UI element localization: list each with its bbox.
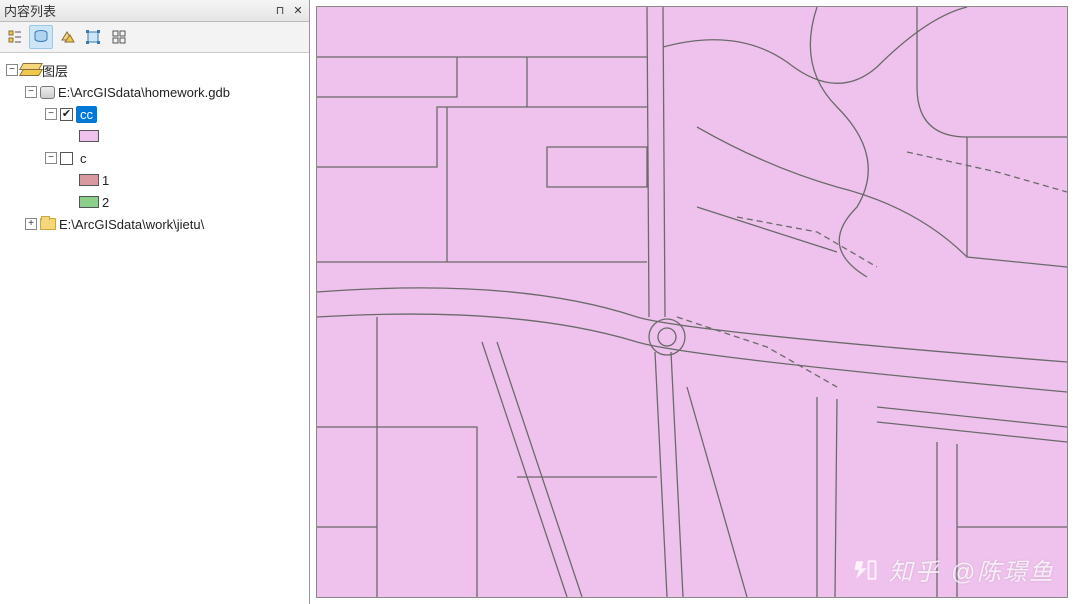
symbol-swatch[interactable] [79, 130, 99, 142]
expander-icon[interactable]: + [25, 218, 37, 230]
zhihu-logo-icon [851, 556, 879, 584]
geodatabase-icon [40, 86, 55, 99]
layer-cc-label[interactable]: cc [76, 106, 97, 123]
symbol-label: 1 [102, 173, 109, 188]
panel-title: 内容列表 [4, 1, 56, 20]
symbol-label: 2 [102, 195, 109, 210]
layers-icon [21, 63, 39, 77]
map-frame[interactable]: 知乎 @陈璟鱼 [316, 6, 1068, 598]
tree-layer-cc[interactable]: − ✔ cc [2, 103, 307, 125]
symbol-row[interactable] [2, 125, 307, 147]
symbol-row[interactable]: 2 [2, 191, 307, 213]
toc-options-button[interactable] [107, 25, 131, 49]
symbol-swatch[interactable] [79, 174, 99, 186]
list-by-drawing-order-button[interactable] [3, 25, 27, 49]
close-icon[interactable]: ✕ [291, 4, 305, 18]
expander-icon[interactable]: − [6, 64, 18, 76]
list-by-selection-button[interactable] [81, 25, 105, 49]
map-area: 知乎 @陈璟鱼 [310, 0, 1074, 604]
folder-icon [40, 218, 56, 230]
toc-tree[interactable]: − 图层 − E:\ArcGISdata\homework.gdb − ✔ cc… [0, 53, 309, 604]
layer-checkbox[interactable]: ✔ [60, 108, 73, 121]
list-by-source-button[interactable] [29, 25, 53, 49]
tree-root-label: 图层 [42, 61, 68, 80]
pin-icon[interactable]: ⊓ [273, 4, 287, 18]
tree-folder[interactable]: + E:\ArcGISdata\work\jietu\ [2, 213, 307, 235]
folder-label: E:\ArcGISdata\work\jietu\ [59, 217, 204, 232]
expander-icon[interactable]: − [25, 86, 37, 98]
watermark: 知乎 @陈璟鱼 [851, 552, 1055, 587]
layer-checkbox[interactable] [60, 152, 73, 165]
panel-header-controls: ⊓ ✕ [273, 4, 305, 18]
expander-icon[interactable]: − [45, 108, 57, 120]
symbol-row[interactable]: 1 [2, 169, 307, 191]
gdb-label: E:\ArcGISdata\homework.gdb [58, 85, 230, 100]
list-by-visibility-button[interactable] [55, 25, 79, 49]
watermark-author: @陈璟鱼 [951, 552, 1055, 587]
tree-layer-c[interactable]: − c [2, 147, 307, 169]
expander-icon[interactable]: − [45, 152, 57, 164]
symbol-swatch[interactable] [79, 196, 99, 208]
watermark-site: 知乎 [889, 552, 941, 587]
layer-c-label[interactable]: c [76, 150, 91, 167]
toc-panel: 内容列表 ⊓ ✕ − 图层 − [0, 0, 310, 604]
tree-root[interactable]: − 图层 [2, 59, 307, 81]
map-roads [317, 7, 1067, 597]
panel-header: 内容列表 ⊓ ✕ [0, 0, 309, 22]
tree-gdb[interactable]: − E:\ArcGISdata\homework.gdb [2, 81, 307, 103]
toc-toolbar [0, 22, 309, 53]
